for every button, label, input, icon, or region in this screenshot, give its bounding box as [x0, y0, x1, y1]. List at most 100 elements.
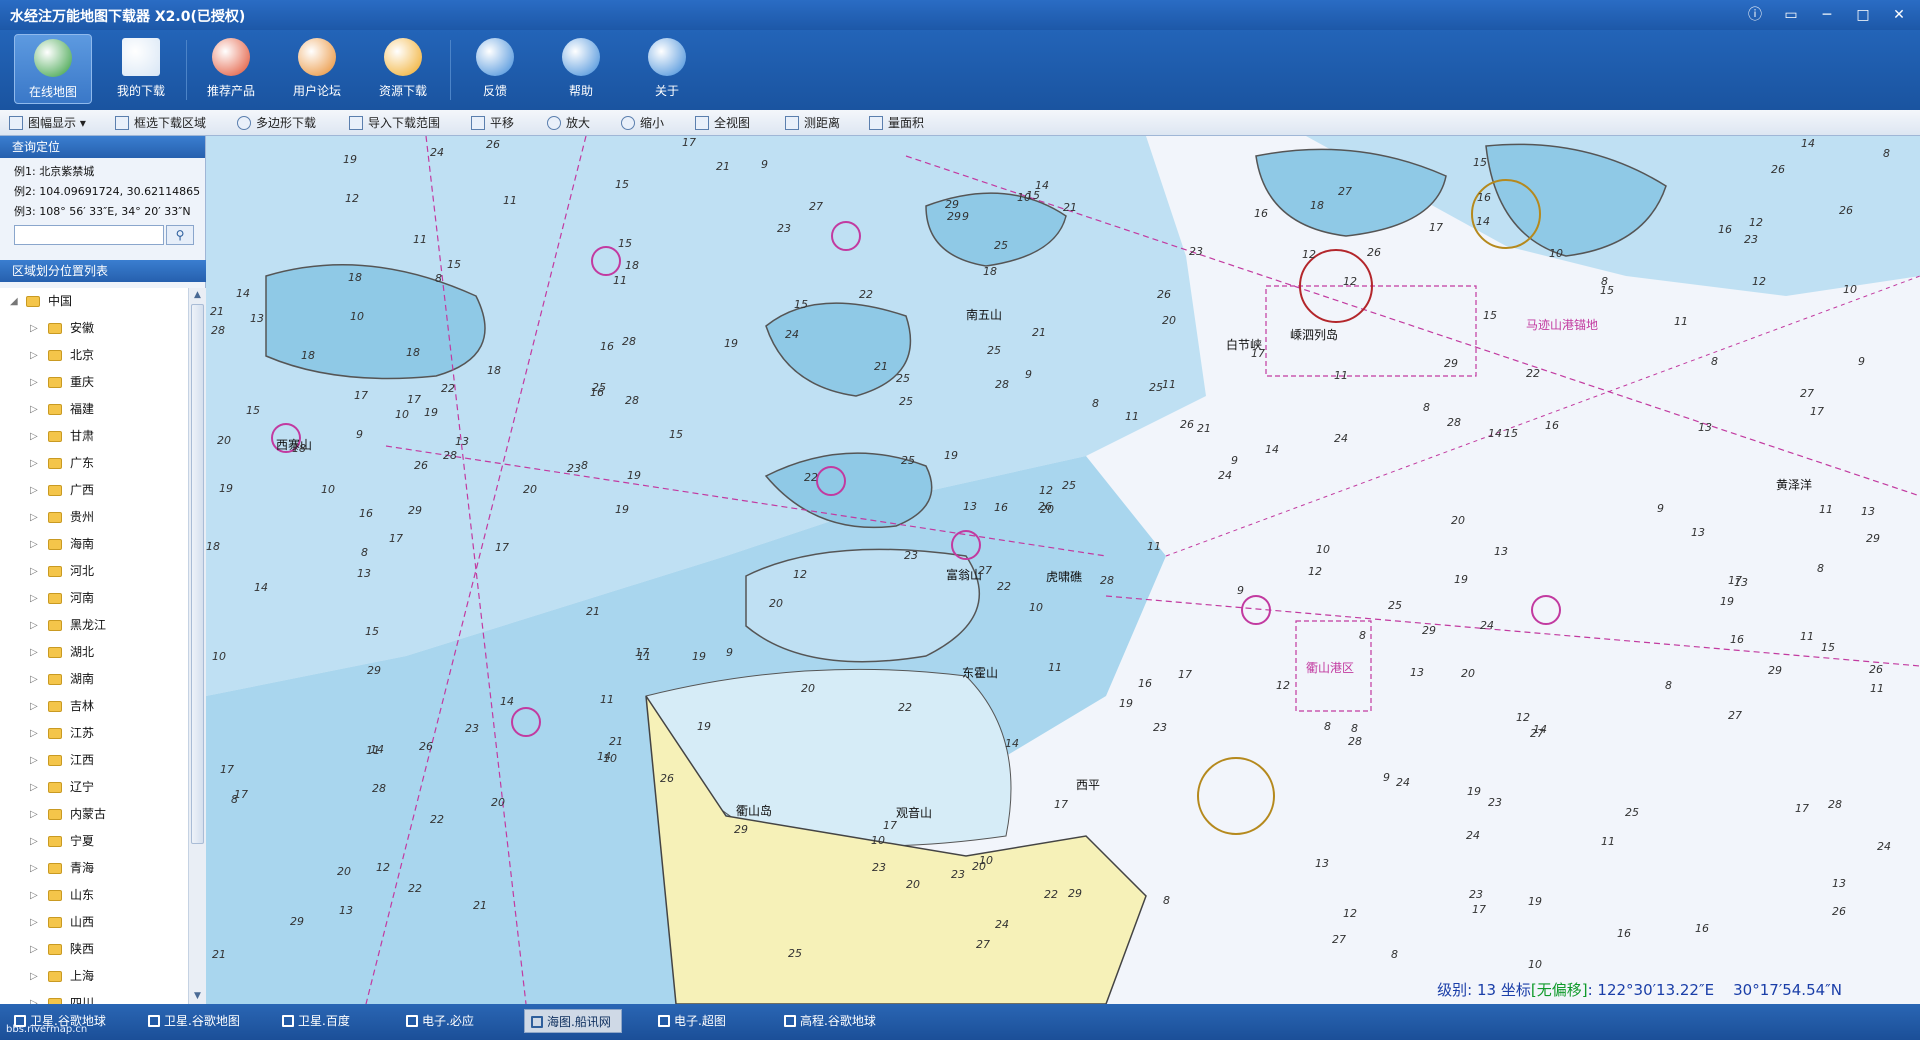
- feedback-button[interactable]: 反馈: [456, 34, 534, 104]
- import-range-button[interactable]: 导入下载范围: [346, 113, 440, 133]
- map-label: 马迹山港锚地: [1526, 318, 1599, 332]
- minimize-button[interactable]: ─: [1812, 4, 1842, 26]
- tree-node-province[interactable]: ▷ 河北: [0, 558, 188, 585]
- expand-icon[interactable]: ▷: [30, 585, 42, 612]
- info-icon[interactable]: ⓘ: [1740, 4, 1770, 26]
- tab-satellite-baidu[interactable]: 卫星.百度: [276, 1009, 360, 1033]
- depth-sounding: 13: [1861, 505, 1875, 518]
- measure-area-button[interactable]: 量面积: [866, 113, 924, 133]
- zoom-in-button[interactable]: 放大: [544, 113, 590, 133]
- tree-node-province[interactable]: ▷ 安徽: [0, 315, 188, 342]
- polygon-download-button[interactable]: 多边形下载: [234, 113, 316, 133]
- tree-node-province[interactable]: ▷ 河南: [0, 585, 188, 612]
- recommended-products-button[interactable]: 推荐产品: [192, 34, 270, 104]
- expand-icon[interactable]: ▷: [30, 558, 42, 585]
- search-input[interactable]: [14, 225, 164, 245]
- expand-icon[interactable]: ▷: [30, 909, 42, 936]
- tab-elevation-google-earth[interactable]: 高程.谷歌地球: [778, 1009, 886, 1033]
- tree-node-root[interactable]: ◢ 中国: [0, 288, 188, 315]
- depth-sounding: 10: [321, 483, 335, 496]
- tab-electronic-bing[interactable]: 电子.必应: [400, 1009, 484, 1033]
- depth-sounding: 25: [788, 947, 802, 960]
- expand-icon[interactable]: ▷: [30, 477, 42, 504]
- expand-icon[interactable]: ▷: [30, 531, 42, 558]
- expand-icon[interactable]: ▷: [30, 936, 42, 963]
- scroll-up-icon[interactable]: ▲: [191, 289, 204, 302]
- scrollbar-thumb[interactable]: [191, 304, 204, 844]
- expand-icon[interactable]: ▷: [30, 342, 42, 369]
- tree-node-province[interactable]: ▷ 贵州: [0, 504, 188, 531]
- expand-icon[interactable]: ▷: [30, 828, 42, 855]
- tree-node-province[interactable]: ▷ 辽宁: [0, 774, 188, 801]
- expand-icon[interactable]: ▷: [30, 504, 42, 531]
- expand-icon[interactable]: ▷: [30, 747, 42, 774]
- expand-icon[interactable]: ▷: [30, 666, 42, 693]
- tree-node-province[interactable]: ▷ 广西: [0, 477, 188, 504]
- tree-node-province[interactable]: ▷ 甘肃: [0, 423, 188, 450]
- expand-icon[interactable]: ▷: [30, 774, 42, 801]
- tree-node-province[interactable]: ▷ 黑龙江: [0, 612, 188, 639]
- expand-icon[interactable]: ▷: [30, 612, 42, 639]
- sheet-display-button[interactable]: 图幅显示 ▾: [6, 113, 86, 133]
- expand-icon[interactable]: ▷: [30, 396, 42, 423]
- about-button[interactable]: 关于: [628, 34, 706, 104]
- tab-satellite-google-map[interactable]: 卫星.谷歌地图: [142, 1009, 250, 1033]
- expand-icon[interactable]: ▷: [30, 801, 42, 828]
- collapse-icon[interactable]: ◢: [10, 288, 22, 315]
- tree-node-province[interactable]: ▷ 江西: [0, 747, 188, 774]
- zoom-out-button[interactable]: 缩小: [618, 113, 664, 133]
- tree-node-province[interactable]: ▷ 青海: [0, 855, 188, 882]
- scroll-down-icon[interactable]: ▼: [191, 990, 204, 1003]
- tree-node-province[interactable]: ▷ 江苏: [0, 720, 188, 747]
- pan-button[interactable]: 平移: [468, 113, 514, 133]
- tab-electronic-supermap[interactable]: 电子.超图: [652, 1009, 736, 1033]
- expand-icon[interactable]: ▷: [30, 990, 42, 1004]
- tree-node-province[interactable]: ▷ 吉林: [0, 693, 188, 720]
- online-map-button[interactable]: 在线地图: [14, 34, 92, 104]
- depth-sounding: 12: [1749, 216, 1763, 229]
- tree-node-province[interactable]: ▷ 陕西: [0, 936, 188, 963]
- expand-icon[interactable]: ▷: [30, 315, 42, 342]
- tree-node-province[interactable]: ▷ 内蒙古: [0, 801, 188, 828]
- expand-icon[interactable]: ▷: [30, 855, 42, 882]
- depth-sounding: 28: [622, 335, 636, 348]
- user-forum-button[interactable]: 用户论坛: [278, 34, 356, 104]
- depth-sounding: 21: [586, 605, 600, 618]
- tree-node-province[interactable]: ▷ 湖南: [0, 666, 188, 693]
- search-icon[interactable]: ⚲: [166, 225, 194, 245]
- resource-download-button[interactable]: 资源下载: [364, 34, 442, 104]
- folder-icon: [48, 512, 62, 523]
- restore-small-icon[interactable]: ▭: [1776, 4, 1806, 26]
- measure-distance-button[interactable]: 测距离: [782, 113, 840, 133]
- tree-node-province[interactable]: ▷ 北京: [0, 342, 188, 369]
- expand-icon[interactable]: ▷: [30, 882, 42, 909]
- tree-node-province[interactable]: ▷ 广东: [0, 450, 188, 477]
- tree-node-province[interactable]: ▷ 四川: [0, 990, 188, 1004]
- depth-sounding: 16: [359, 507, 373, 520]
- chart-map-view[interactable]: 嵊泗列岛 马迹山港锚地 衢山岛 白节峡 黄泽洋 衢山港区 虎啸礁 东霍山 南五山…: [206, 136, 1920, 1004]
- tree-node-province[interactable]: ▷ 山西: [0, 909, 188, 936]
- tree-node-province[interactable]: ▷ 重庆: [0, 369, 188, 396]
- tree-node-province[interactable]: ▷ 山东: [0, 882, 188, 909]
- expand-icon[interactable]: ▷: [30, 693, 42, 720]
- expand-icon[interactable]: ▷: [30, 720, 42, 747]
- close-button[interactable]: ✕: [1884, 4, 1914, 26]
- tree-node-province[interactable]: ▷ 上海: [0, 963, 188, 990]
- box-select-download-button[interactable]: 框选下载区域: [112, 113, 206, 133]
- expand-icon[interactable]: ▷: [30, 639, 42, 666]
- help-button[interactable]: 帮助: [542, 34, 620, 104]
- tree-node-province[interactable]: ▷ 海南: [0, 531, 188, 558]
- full-view-button[interactable]: 全视图: [692, 113, 750, 133]
- maximize-button[interactable]: □: [1848, 4, 1878, 26]
- expand-icon[interactable]: ▷: [30, 423, 42, 450]
- tree-node-province[interactable]: ▷ 福建: [0, 396, 188, 423]
- tab-nautical-shipxy[interactable]: 海图.船讯网: [524, 1009, 622, 1033]
- my-downloads-button[interactable]: 我的下载: [102, 34, 180, 104]
- expand-icon[interactable]: ▷: [30, 450, 42, 477]
- tree-node-province[interactable]: ▷ 湖北: [0, 639, 188, 666]
- tree-node-province[interactable]: ▷ 宁夏: [0, 828, 188, 855]
- expand-icon[interactable]: ▷: [30, 963, 42, 990]
- tree-scrollbar[interactable]: ▲ ▼: [188, 288, 206, 1004]
- depth-sounding: 8: [1817, 562, 1824, 575]
- expand-icon[interactable]: ▷: [30, 369, 42, 396]
